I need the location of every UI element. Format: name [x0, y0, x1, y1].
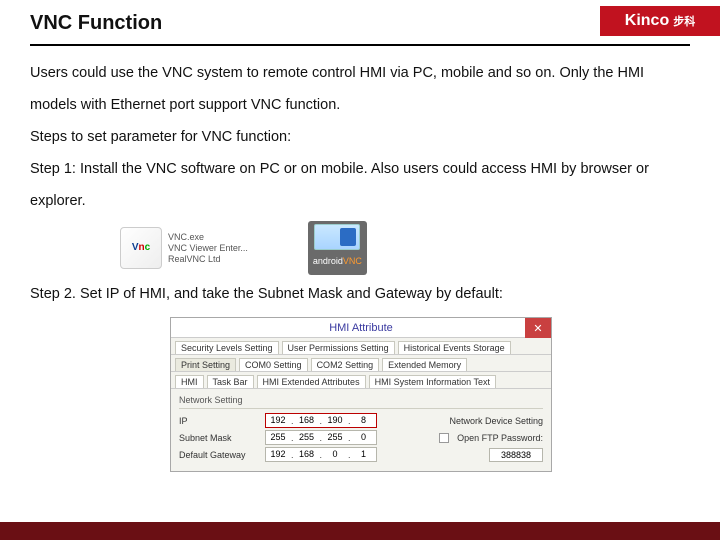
vnc-windows-icon: Vnc VNC.exe VNC Viewer Enter... RealVNC …: [120, 227, 248, 269]
tab-hmi[interactable]: HMI: [175, 375, 204, 388]
footer-bar: [0, 522, 720, 540]
label-ip: IP: [179, 416, 257, 426]
tab-com2-setting[interactable]: COM2 Setting: [311, 358, 380, 371]
tab-user-permissions[interactable]: User Permissions Setting: [282, 341, 395, 354]
tab-hmi-sysinfo[interactable]: HMI System Information Text: [369, 375, 496, 388]
paragraph-3: Step 1: Install the VNC software on PC o…: [30, 154, 690, 218]
gateway-input[interactable]: 192. 168. 0. 1: [265, 447, 377, 462]
tab-extended-memory[interactable]: Extended Memory: [382, 358, 467, 371]
group-network-setting: Network Setting: [179, 393, 543, 407]
paragraph-2: Steps to set parameter for VNC function:: [30, 122, 690, 154]
paragraph-4: Step 2. Set IP of HMI, and take the Subn…: [30, 279, 690, 311]
label-default-gateway: Default Gateway: [179, 450, 257, 460]
label-open-ftp-password: Open FTP Password:: [457, 433, 543, 443]
open-ftp-checkbox[interactable]: [439, 433, 449, 443]
label-network-device-setting: Network Device Setting: [449, 416, 543, 426]
tab-hmi-extended[interactable]: HMI Extended Attributes: [257, 375, 366, 388]
tab-row-2: Print Setting COM0 Setting COM2 Setting …: [171, 355, 551, 372]
label-subnet-mask: Subnet Mask: [179, 433, 257, 443]
close-icon[interactable]: ✕: [525, 318, 551, 338]
tab-historical-events[interactable]: Historical Events Storage: [398, 341, 511, 354]
tab-security-levels[interactable]: Security Levels Setting: [175, 341, 279, 354]
tab-row-3: HMI Task Bar HMI Extended Attributes HMI…: [171, 372, 551, 389]
dialog-title: HMI Attribute ✕: [171, 318, 551, 338]
tab-task-bar[interactable]: Task Bar: [207, 375, 254, 388]
subnet-mask-input[interactable]: 255. 255. 255. 0: [265, 430, 377, 445]
paragraph-1: Users could use the VNC system to remote…: [30, 58, 690, 122]
tab-print-setting[interactable]: Print Setting: [175, 358, 236, 371]
ip-input[interactable]: 192. 168. 190. 8: [265, 413, 377, 428]
tab-row-1: Security Levels Setting User Permissions…: [171, 338, 551, 355]
hmi-attribute-dialog: HMI Attribute ✕ Security Levels Setting …: [170, 317, 552, 472]
tab-com0-setting[interactable]: COM0 Setting: [239, 358, 308, 371]
brand-logo: Kinco步科: [600, 6, 720, 36]
port-value[interactable]: 388838: [489, 448, 543, 462]
vnc-android-icon: androidVNC: [308, 221, 367, 275]
